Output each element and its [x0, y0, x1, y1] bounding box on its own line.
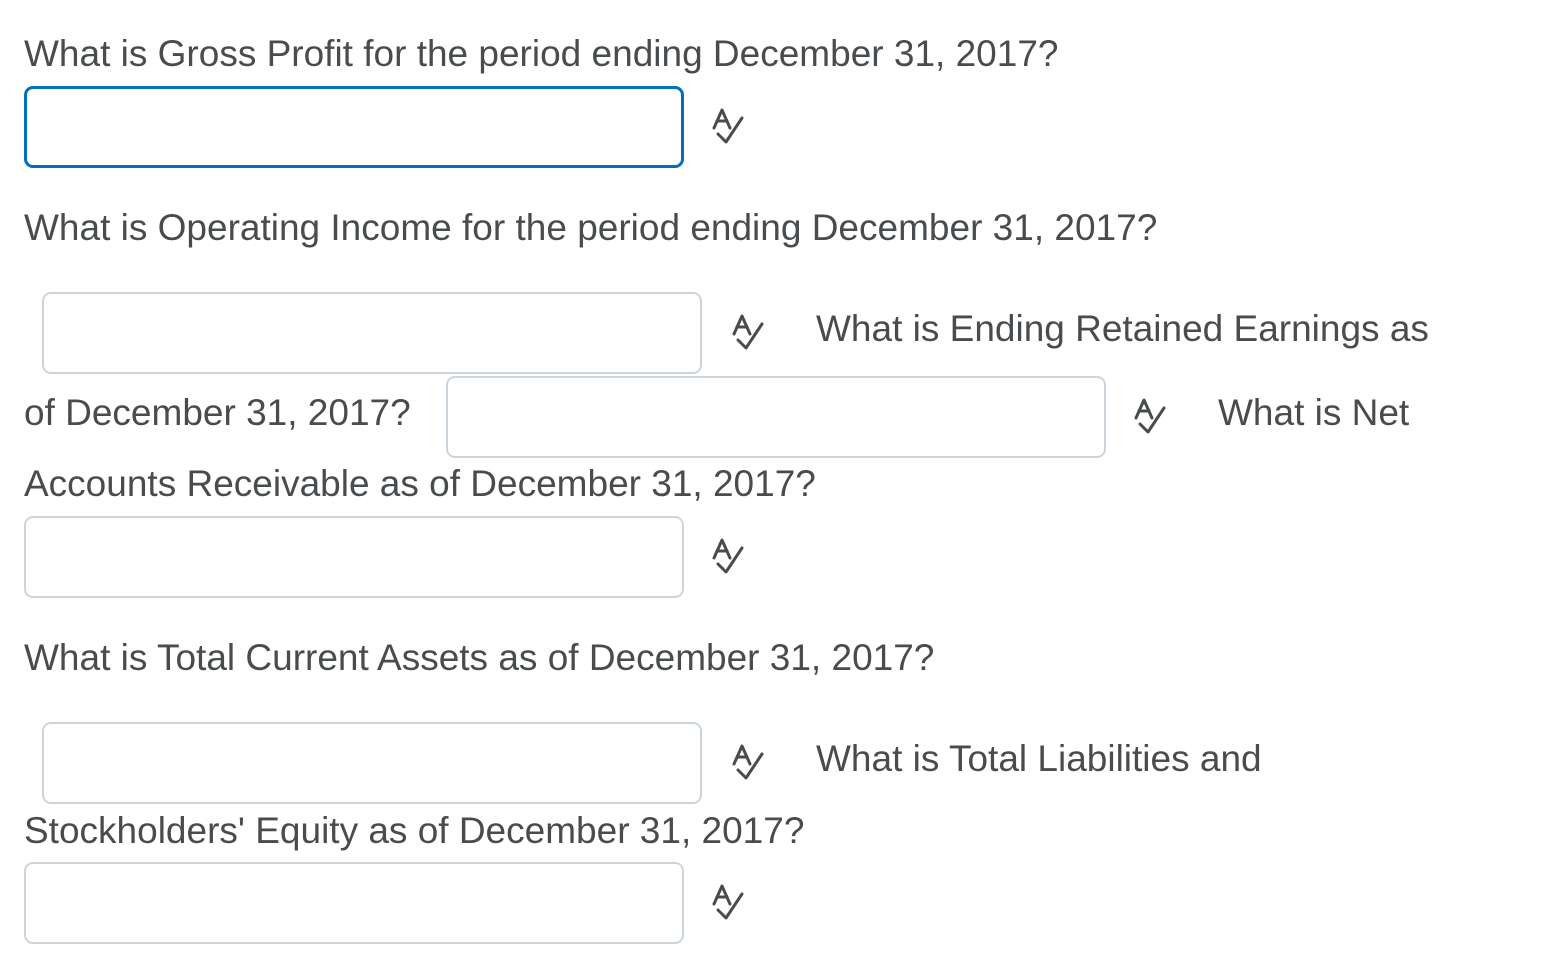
spellcheck-icon[interactable] — [726, 740, 770, 784]
question-liabilities-equity-line2: Stockholders' Equity as of December 31, … — [24, 810, 805, 851]
liabilities-equity-input[interactable] — [24, 862, 684, 944]
spellcheck-icon[interactable] — [726, 310, 770, 354]
question-retained-earnings-line1: What is Ending Retained Earnings as — [816, 308, 1429, 349]
spellcheck-icon[interactable] — [706, 534, 750, 578]
question-gross-profit: What is Gross Profit for the period endi… — [24, 33, 1059, 74]
question-operating-income: What is Operating Income for the period … — [24, 207, 1158, 248]
current-assets-input[interactable] — [42, 722, 702, 804]
spellcheck-icon[interactable] — [706, 880, 750, 924]
question-liabilities-equity-line1: What is Total Liabilities and — [816, 738, 1262, 779]
spellcheck-icon[interactable] — [706, 104, 750, 148]
question-net-ar-line1: What is Net — [1218, 392, 1410, 433]
net-ar-input[interactable] — [24, 516, 684, 598]
spellcheck-icon[interactable] — [1128, 394, 1172, 438]
operating-income-input[interactable] — [42, 292, 702, 374]
retained-earnings-input[interactable] — [446, 376, 1106, 458]
gross-profit-input[interactable] — [24, 86, 684, 168]
question-retained-earnings-line2: of December 31, 2017? — [24, 392, 411, 433]
question-current-assets: What is Total Current Assets as of Decem… — [24, 637, 935, 678]
question-net-ar-line2: Accounts Receivable as of December 31, 2… — [24, 463, 816, 504]
